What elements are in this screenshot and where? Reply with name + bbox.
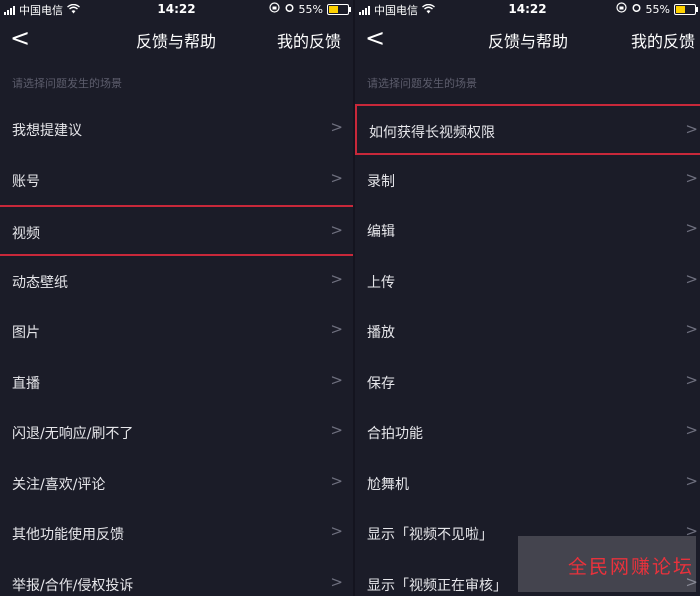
list-item[interactable]: 录制 >: [355, 155, 700, 206]
list-item-label: 显示「视频不见啦」: [367, 527, 493, 543]
screenshot-composite: 中国电信 14:22 55% < 反馈与帮助 我的反馈 请选择问题发生的场景 我…: [0, 0, 700, 596]
list-item-label: 如何获得长视频权限: [369, 125, 495, 141]
chevron-right-icon: >: [330, 269, 343, 288]
battery-percent: 55%: [298, 2, 323, 16]
list-item[interactable]: 播放 >: [355, 306, 700, 357]
battery-fill: [329, 5, 338, 13]
chevron-right-icon: >: [330, 471, 343, 490]
list-item[interactable]: 动态壁纸 >: [0, 256, 353, 307]
chevron-right-icon: >: [685, 421, 698, 439]
list-item-label: 图片: [12, 325, 40, 341]
list-item-label: 保存: [367, 375, 395, 392]
section-hint: 请选择问题发生的场景: [12, 77, 122, 90]
list-item-label: 录制: [367, 173, 395, 190]
list-item[interactable]: 编辑 >: [355, 205, 700, 256]
list-item[interactable]: 举报/合作/侵权投诉 >: [0, 559, 353, 596]
back-chevron-icon[interactable]: <: [10, 24, 30, 52]
list-item[interactable]: 图片 >: [0, 306, 353, 357]
list-item[interactable]: 直播 >: [0, 357, 353, 408]
chevron-right-icon: >: [330, 118, 343, 136]
section-hint: 请选择问题发生的场景: [367, 77, 477, 90]
list-item[interactable]: 闪退/无响应/刷不了 >: [0, 407, 353, 458]
nav-bar: < 反馈与帮助 我的反馈: [355, 18, 700, 60]
battery-percent: 55%: [645, 2, 670, 16]
nav-bar: < 反馈与帮助 我的反馈: [0, 18, 353, 60]
orientation-lock-icon: [268, 2, 280, 16]
left-phone-screen: 中国电信 14:22 55% < 反馈与帮助 我的反馈 请选择问题发生的场景 我…: [0, 0, 353, 596]
chevron-right-icon: >: [330, 572, 343, 591]
list-item-label: 我想提建议: [12, 123, 82, 139]
scenario-list: 我想提建议 > 账号 > 视频 > 动态壁纸 > 图片 > 直播 > 闪退/无响应/刷不了 > 关注/喜欢/…: [0, 104, 353, 596]
chevron-right-icon: >: [685, 320, 698, 338]
list-item-label: 显示「视频正在审核」: [367, 577, 507, 594]
list-item-label: 编辑: [367, 224, 395, 240]
video-issue-list: 如何获得长视频权限 > 录制 > 编辑 > 上传 > 播放 > 保存 > 合拍功能 > 尬舞机 > 显示「视频不…: [355, 104, 700, 596]
list-item[interactable]: 我想提建议 >: [0, 104, 353, 155]
list-item[interactable]: 尬舞机 >: [355, 458, 700, 509]
forum-watermark: 全民网赚论坛: [518, 536, 696, 592]
status-bar: 中国电信 14:22 55%: [355, 0, 700, 18]
chevron-right-icon: >: [330, 221, 343, 239]
list-item[interactable]: 合拍功能 >: [355, 407, 700, 458]
watermark-text: 全民网赚论坛: [568, 556, 695, 578]
list-item[interactable]: 账号 >: [0, 155, 353, 206]
chevron-right-icon: >: [685, 370, 698, 389]
list-item-label: 其他功能使用反馈: [12, 527, 124, 543]
chevron-right-icon: >: [685, 168, 698, 187]
list-item[interactable]: 视频 >: [0, 205, 353, 256]
orientation-lock-icon: [615, 2, 627, 16]
battery-fill: [676, 5, 685, 13]
chevron-right-icon: >: [330, 522, 343, 540]
chevron-right-icon: >: [330, 421, 343, 439]
page-title: 反馈与帮助: [136, 32, 217, 51]
list-item-label: 合拍功能: [367, 426, 423, 442]
page-title: 反馈与帮助: [488, 32, 569, 51]
back-chevron-icon[interactable]: <: [365, 24, 385, 52]
list-item-label: 关注/喜欢/评论: [12, 476, 106, 493]
status-bar: 中国电信 14:22 55%: [0, 0, 353, 18]
list-item-label: 动态壁纸: [12, 274, 68, 291]
battery-icon: [674, 3, 698, 15]
list-item-label: 上传: [367, 274, 395, 291]
chevron-right-icon: >: [330, 168, 343, 187]
list-item[interactable]: 上传 >: [355, 256, 700, 307]
list-item-label: 账号: [12, 173, 40, 190]
list-item[interactable]: 其他功能使用反馈 >: [0, 508, 353, 559]
list-item-label: 举报/合作/侵权投诉: [12, 577, 134, 594]
battery-icon: [327, 3, 351, 15]
chevron-right-icon: >: [685, 471, 698, 490]
list-item[interactable]: 如何获得长视频权限 >: [355, 104, 700, 155]
chevron-right-icon: >: [330, 370, 343, 389]
list-item-label: 尬舞机: [367, 476, 409, 493]
alarm-icon: [284, 2, 295, 16]
list-item[interactable]: 保存 >: [355, 357, 700, 408]
chevron-right-icon: >: [685, 219, 698, 237]
list-item-label: 闪退/无响应/刷不了: [12, 426, 134, 442]
chevron-right-icon: >: [685, 269, 698, 288]
status-right: 55%: [268, 2, 351, 16]
list-item[interactable]: 关注/喜欢/评论 >: [0, 458, 353, 509]
chevron-right-icon: >: [330, 320, 343, 338]
alarm-icon: [631, 2, 642, 16]
chevron-right-icon: >: [685, 120, 698, 138]
my-feedback-button[interactable]: 我的反馈: [277, 28, 341, 52]
list-item-label: 视频: [12, 226, 40, 242]
status-right: 55%: [615, 2, 698, 16]
list-item-label: 播放: [367, 325, 395, 341]
my-feedback-button[interactable]: 我的反馈: [631, 28, 695, 52]
list-item-label: 直播: [12, 375, 40, 392]
right-phone-screen: 中国电信 14:22 55% < 反馈与帮助 我的反馈 请选择问题发生的场景 如…: [355, 0, 700, 596]
